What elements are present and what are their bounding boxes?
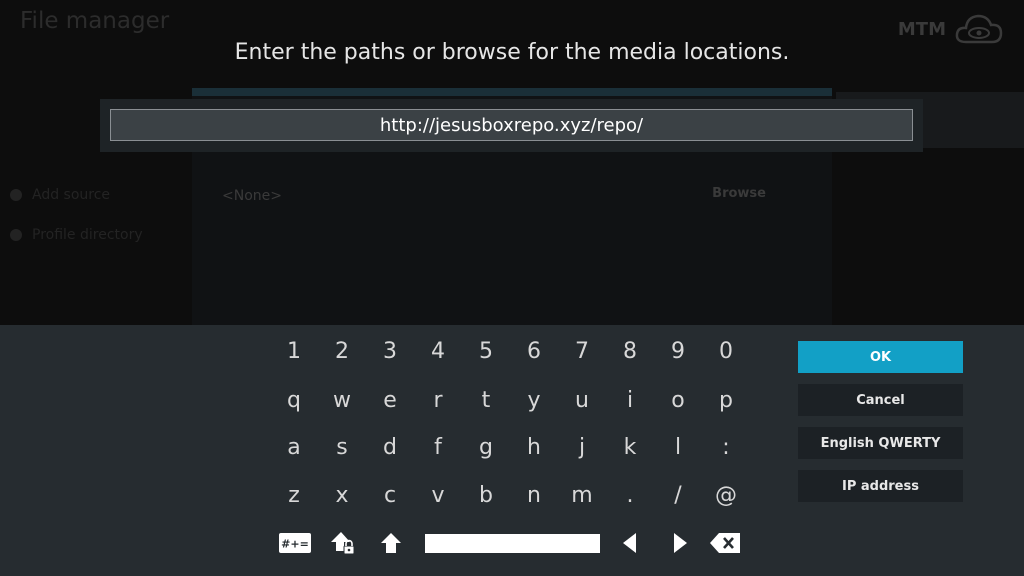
key-9[interactable]: 9 (654, 327, 702, 375)
keyboard-row-numbers: 1 2 3 4 5 6 7 8 9 0 (270, 327, 750, 375)
key-w[interactable]: w (318, 376, 366, 424)
key-2[interactable]: 2 (318, 327, 366, 375)
keyboard-side-buttons: OK Cancel English QWERTY IP address (798, 341, 963, 513)
key-4[interactable]: 4 (414, 327, 462, 375)
shift-icon (381, 533, 401, 553)
key-x[interactable]: x (318, 471, 366, 519)
key-s[interactable]: s (318, 423, 366, 471)
key-3[interactable]: 3 (366, 327, 414, 375)
key-0[interactable]: 0 (702, 327, 750, 375)
key-c[interactable]: c (366, 471, 414, 519)
background-window-title: File manager (20, 8, 170, 34)
backspace-key[interactable] (710, 519, 740, 567)
cancel-button[interactable]: Cancel (798, 384, 963, 416)
sidebar-item-label: Profile directory (32, 227, 143, 243)
dialog-heading: Enter the paths or browse for the media … (234, 40, 790, 65)
keyboard-row-zxcv: z x c v b n m . / @ (270, 471, 750, 519)
key-n[interactable]: n (510, 471, 558, 519)
key-colon[interactable]: : (702, 423, 750, 471)
key-a[interactable]: a (270, 423, 318, 471)
key-u[interactable]: u (558, 376, 606, 424)
ip-address-button[interactable]: IP address (798, 470, 963, 502)
arrow-right-icon (674, 533, 687, 553)
background-sidebar: Add source Profile directory (0, 175, 190, 255)
sidebar-item-label: Add source (32, 187, 111, 203)
key-t[interactable]: t (462, 376, 510, 424)
key-l[interactable]: l (654, 423, 702, 471)
key-z[interactable]: z (270, 471, 318, 519)
key-8[interactable]: 8 (606, 327, 654, 375)
key-q[interactable]: q (270, 376, 318, 424)
key-5[interactable]: 5 (462, 327, 510, 375)
sidebar-item-add-source: Add source (0, 175, 190, 215)
shift-key[interactable] (376, 519, 406, 567)
keyboard-row-asdf: a s d f g h j k l : (270, 423, 750, 471)
arrow-left-icon (623, 533, 636, 553)
caps-lock-key[interactable] (328, 519, 358, 567)
key-7[interactable]: 7 (558, 327, 606, 375)
cursor-left-key[interactable] (618, 519, 642, 567)
key-f[interactable]: f (414, 423, 462, 471)
key-e[interactable]: e (366, 376, 414, 424)
key-i[interactable]: i (606, 376, 654, 424)
panel-header-bar (192, 88, 832, 96)
source-path-value: <None> (222, 188, 282, 204)
path-input[interactable] (110, 109, 913, 141)
path-input-container (100, 99, 923, 152)
key-m[interactable]: m (558, 471, 606, 519)
key-at[interactable]: @ (702, 471, 750, 519)
symbols-key-icon: #+= (279, 533, 311, 553)
key-1[interactable]: 1 (270, 327, 318, 375)
key-slash[interactable]: / (654, 471, 702, 519)
browse-label: Browse (712, 186, 766, 201)
sidebar-item-profile-directory: Profile directory (0, 215, 190, 255)
symbols-key[interactable]: #+= (278, 519, 312, 567)
keyboard-row-qwerty: q w e r t y u i o p (270, 376, 750, 424)
key-period[interactable]: . (606, 471, 654, 519)
key-v[interactable]: v (414, 471, 462, 519)
key-b[interactable]: b (462, 471, 510, 519)
backspace-icon (710, 533, 740, 553)
key-p[interactable]: p (702, 376, 750, 424)
ok-button[interactable]: OK (798, 341, 963, 373)
key-g[interactable]: g (462, 423, 510, 471)
space-bar[interactable] (425, 534, 600, 553)
key-j[interactable]: j (558, 423, 606, 471)
on-screen-keyboard: 1 2 3 4 5 6 7 8 9 0 q w e r t y u i o p … (0, 325, 1024, 576)
keyboard-row-controls: #+= (270, 519, 760, 567)
folder-icon (10, 229, 22, 241)
key-d[interactable]: d (366, 423, 414, 471)
key-y[interactable]: y (510, 376, 558, 424)
key-6[interactable]: 6 (510, 327, 558, 375)
brand-logo-text: MTM (897, 18, 946, 40)
key-h[interactable]: h (510, 423, 558, 471)
key-k[interactable]: k (606, 423, 654, 471)
key-o[interactable]: o (654, 376, 702, 424)
caps-lock-icon (331, 532, 355, 555)
symbols-key-label: #+= (281, 538, 309, 551)
cursor-right-key[interactable] (668, 519, 692, 567)
keyboard-layout-button[interactable]: English QWERTY (798, 427, 963, 459)
add-source-icon (10, 189, 22, 201)
key-r[interactable]: r (414, 376, 462, 424)
